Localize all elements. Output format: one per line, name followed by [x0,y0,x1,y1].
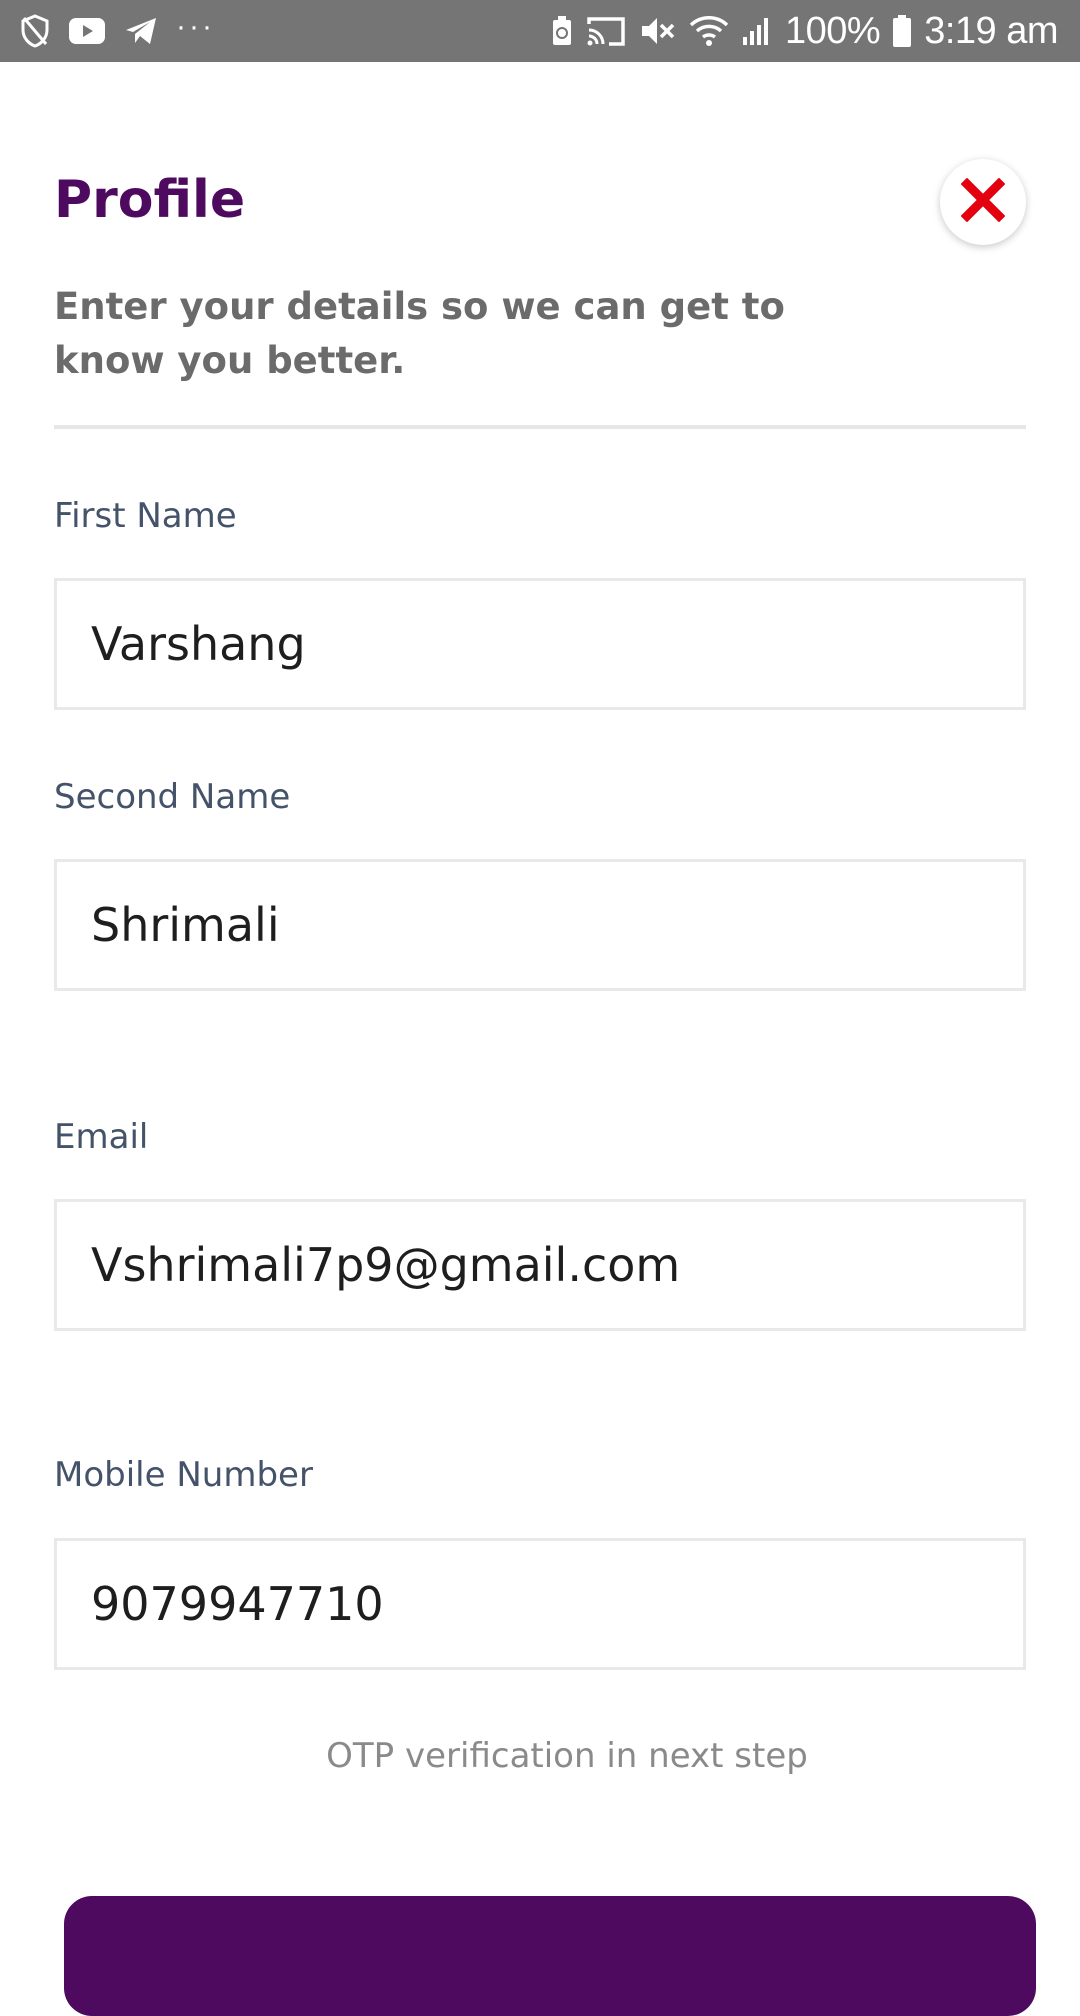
battery-saver-icon [551,11,573,51]
wifi-icon [689,11,729,51]
header-divider [54,425,1026,429]
battery-icon [892,11,912,51]
status-bar: ··· 100% 3:19 am [0,0,1080,62]
first-name-input[interactable] [91,617,1023,671]
submit-button[interactable] [64,1896,1036,2016]
mobile-number-label: Mobile Number [54,1455,313,1495]
page-subtitle: Enter your details so we can get to know… [54,285,785,382]
page-title: Profile [54,170,246,230]
first-name-label: First Name [54,496,237,536]
status-time: 3:19 am [924,9,1058,52]
second-name-label: Second Name [54,777,291,817]
first-name-field[interactable] [54,578,1026,710]
more-notifications-icon: ··· [176,10,215,43]
second-name-input[interactable] [91,898,1023,952]
mute-icon [639,11,677,51]
otp-note: OTP verification in next step [326,1736,808,1776]
signal-icon [741,11,773,51]
shield-icon [20,11,50,51]
email-label: Email [54,1117,149,1157]
youtube-icon [68,11,106,51]
mobile-number-field[interactable] [54,1538,1026,1670]
status-bar-right: 100% 3:19 am [539,0,1058,62]
close-button[interactable] [940,159,1026,245]
telegram-icon [124,11,158,51]
battery-percent: 100% [784,9,881,52]
cast-icon [585,11,627,51]
second-name-field[interactable] [54,859,1026,991]
close-icon [960,177,1006,227]
email-input[interactable] [91,1238,1023,1292]
mobile-number-input[interactable] [91,1577,1023,1631]
email-field[interactable] [54,1199,1026,1331]
status-bar-left: ··· [20,0,215,62]
